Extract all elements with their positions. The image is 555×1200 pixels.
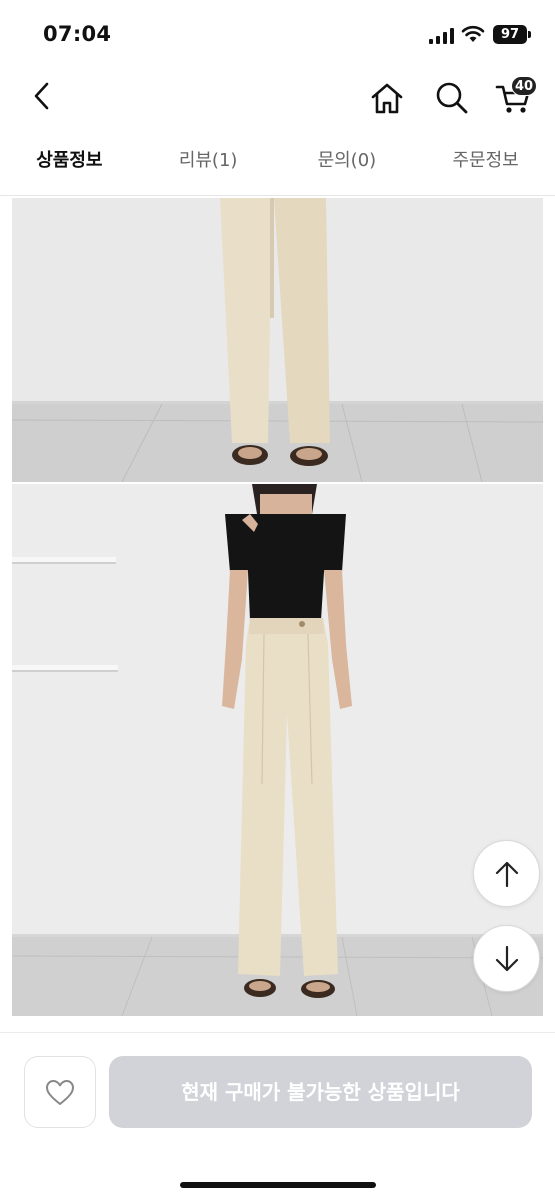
heart-icon <box>46 1079 74 1105</box>
wifi-icon <box>461 25 485 42</box>
back-icon <box>34 82 49 110</box>
purchase-button[interactable]: 현재 구매가 불가능한 상품입니다 <box>109 1056 532 1128</box>
tab-reviews[interactable]: 리뷰(1) <box>139 138 278 195</box>
back-button[interactable] <box>26 78 58 114</box>
arrow-up-icon <box>495 861 518 887</box>
product-image-1 <box>12 198 543 482</box>
wishlist-button[interactable] <box>24 1056 96 1128</box>
home-indicator <box>180 1182 376 1188</box>
scroll-down-button[interactable] <box>473 925 540 992</box>
tab-order-info[interactable]: 주문정보 <box>416 138 555 195</box>
signal-icon <box>429 28 454 44</box>
battery-icon: 97 <box>493 25 527 44</box>
product-image-2 <box>12 484 543 1016</box>
home-icon[interactable] <box>369 80 405 116</box>
battery-level: 97 <box>500 27 520 42</box>
status-time: 07:04 <box>43 22 112 46</box>
arrow-down-icon <box>495 945 518 971</box>
status-bar: 07:04 97 <box>0 0 555 62</box>
tab-bar: 상품정보 리뷰(1) 문의(0) 주문정보 <box>0 138 555 206</box>
cart-button[interactable]: 40 <box>495 76 539 118</box>
scroll-up-button[interactable] <box>473 840 540 907</box>
search-icon[interactable] <box>434 80 470 116</box>
cart-count-badge: 40 <box>511 76 537 96</box>
tab-product-info[interactable]: 상품정보 <box>0 138 150 206</box>
tab-inquiry[interactable]: 문의(0) <box>278 138 417 195</box>
battery-tip <box>528 31 531 38</box>
bottom-divider <box>0 1032 555 1033</box>
